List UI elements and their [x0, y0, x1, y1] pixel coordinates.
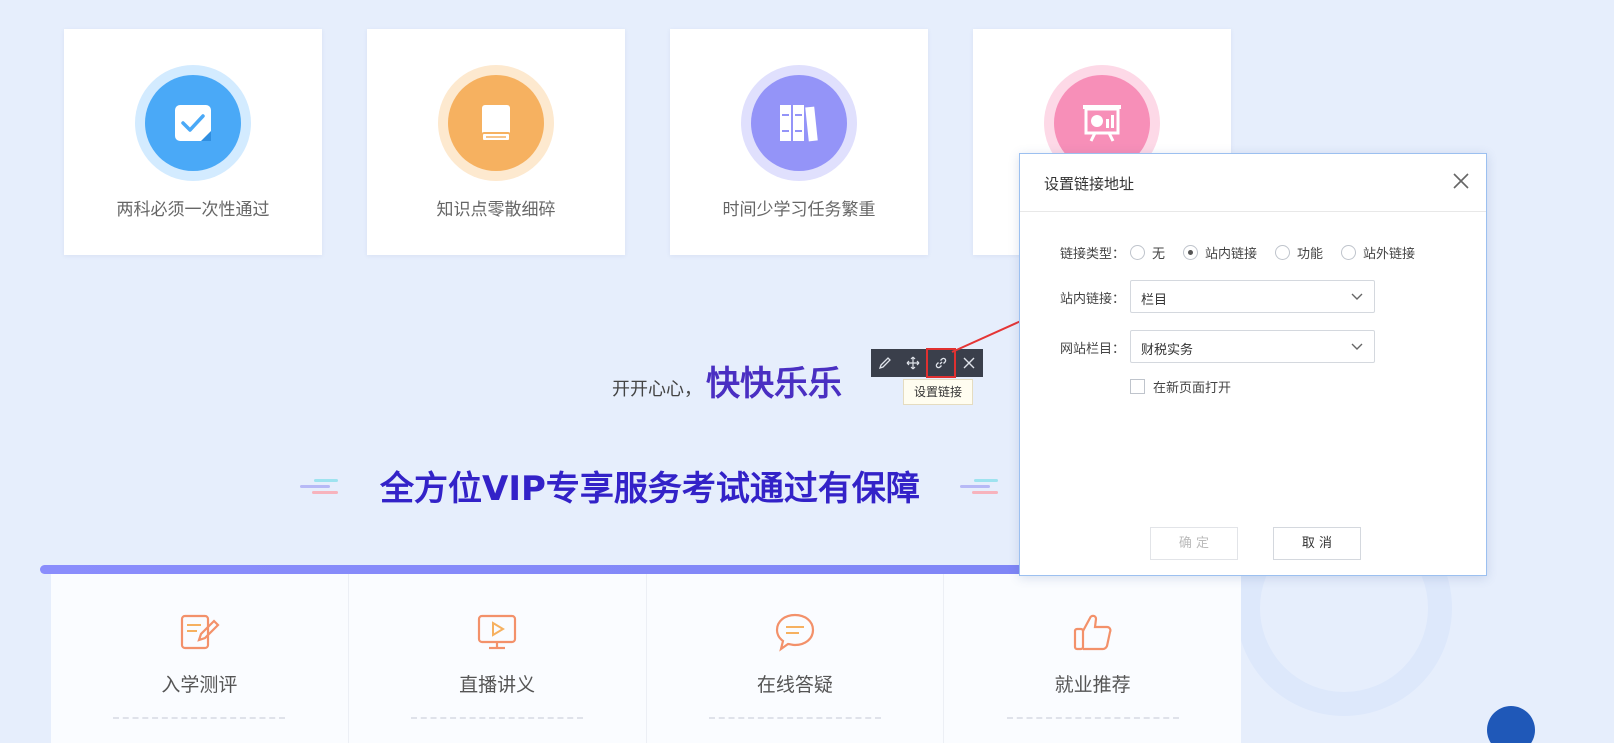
thumbs-up-icon	[1073, 614, 1112, 651]
move-icon[interactable]	[899, 349, 927, 377]
toolbar-tooltip: 设置链接	[903, 379, 974, 405]
slogan: 开开心心， 快快乐乐	[612, 356, 842, 404]
link-type-radio-group: 无 站内链接 功能 站外链接	[1130, 243, 1433, 262]
divider	[411, 717, 584, 719]
video-screen-icon	[478, 614, 517, 650]
service-strip: 入学测评 直播讲义 在线答疑 就业推荐	[51, 574, 1241, 743]
radio-circle	[1130, 245, 1145, 260]
service-item[interactable]: 入学测评	[51, 574, 349, 743]
chevron-down-icon	[1351, 343, 1363, 350]
radio-label: 功能	[1297, 247, 1324, 262]
service-label: 入学测评	[161, 674, 238, 696]
radio-function[interactable]: 功能	[1275, 243, 1323, 262]
open-new-page-checkbox[interactable]: 在新页面打开	[1130, 377, 1231, 396]
service-label: 在线答疑	[756, 674, 833, 696]
cancel-button[interactable]: 取 消	[1273, 527, 1361, 560]
service-label: 直播讲义	[459, 674, 536, 696]
column-label: 网站栏目：	[1060, 342, 1126, 357]
checkbox-box	[1130, 379, 1145, 394]
divider	[1006, 717, 1179, 719]
section-title: 全方位VIP专享服务考试通过有保障	[300, 460, 1000, 510]
pencil-note-icon	[181, 614, 220, 650]
radio-external-link[interactable]: 站外链接	[1341, 243, 1415, 262]
link-settings-dialog: 设置链接地址 链接类型： 无 站内链接 功能 站外链接 站内链接： 栏目 网站栏…	[1019, 153, 1487, 576]
divider	[113, 717, 286, 719]
card-icon-halo	[135, 65, 251, 181]
card-label: 知识点零散细碎	[436, 200, 556, 220]
confirm-button[interactable]: 确 定	[1150, 527, 1238, 560]
select-value: 财税实务	[1141, 343, 1194, 358]
title-decoration-right	[959, 471, 1000, 499]
book-icon	[448, 75, 544, 171]
inner-link-select[interactable]: 栏目	[1130, 280, 1375, 313]
service-item[interactable]: 就业推荐	[944, 574, 1241, 743]
dialog-title: 设置链接地址	[1044, 175, 1135, 193]
card-icon-halo	[438, 65, 554, 181]
checklist-icon	[145, 75, 241, 171]
section-title-text: 全方位VIP专享服务考试通过有保障	[380, 468, 920, 509]
radio-circle	[1275, 245, 1291, 260]
radio-label: 站内链接	[1205, 247, 1258, 262]
floating-action-button[interactable]	[1487, 706, 1535, 743]
feature-card-1: 两科必须一次性通过	[64, 29, 322, 255]
column-select[interactable]: 财税实务	[1130, 330, 1375, 363]
radio-none[interactable]: 无	[1130, 243, 1165, 262]
select-value: 栏目	[1141, 293, 1168, 308]
radio-circle	[1183, 245, 1199, 260]
feature-card-3: 时间少学习任务繁重	[670, 29, 928, 255]
card-label: 时间少学习任务繁重	[722, 200, 876, 220]
link-type-label: 链接类型：	[1060, 247, 1126, 262]
books-icon	[751, 75, 847, 171]
slogan-big: 快快乐乐	[706, 364, 842, 404]
edit-icon[interactable]	[871, 349, 899, 377]
feature-card-2: 知识点零散细碎	[367, 29, 625, 255]
radio-label: 无	[1152, 247, 1166, 262]
card-icon-halo	[741, 65, 857, 181]
service-label: 就业推荐	[1054, 674, 1131, 696]
title-decoration-left	[300, 471, 340, 499]
inner-link-label: 站内链接：	[1060, 292, 1126, 307]
dialog-header: 设置链接地址	[1020, 154, 1486, 212]
checkbox-label: 在新页面打开	[1153, 381, 1232, 396]
chat-bubble-icon	[775, 613, 814, 652]
radio-label: 站外链接	[1363, 247, 1416, 262]
service-item[interactable]: 在线答疑	[647, 574, 945, 743]
card-label: 两科必须一次性通过	[116, 200, 270, 220]
chevron-down-icon	[1351, 293, 1363, 300]
slogan-small: 开开心心，	[612, 379, 702, 400]
close-icon[interactable]	[1450, 170, 1472, 192]
divider	[708, 717, 881, 719]
radio-inner-link[interactable]: 站内链接	[1183, 243, 1257, 262]
service-item[interactable]: 直播讲义	[349, 574, 647, 743]
radio-circle	[1341, 245, 1357, 260]
